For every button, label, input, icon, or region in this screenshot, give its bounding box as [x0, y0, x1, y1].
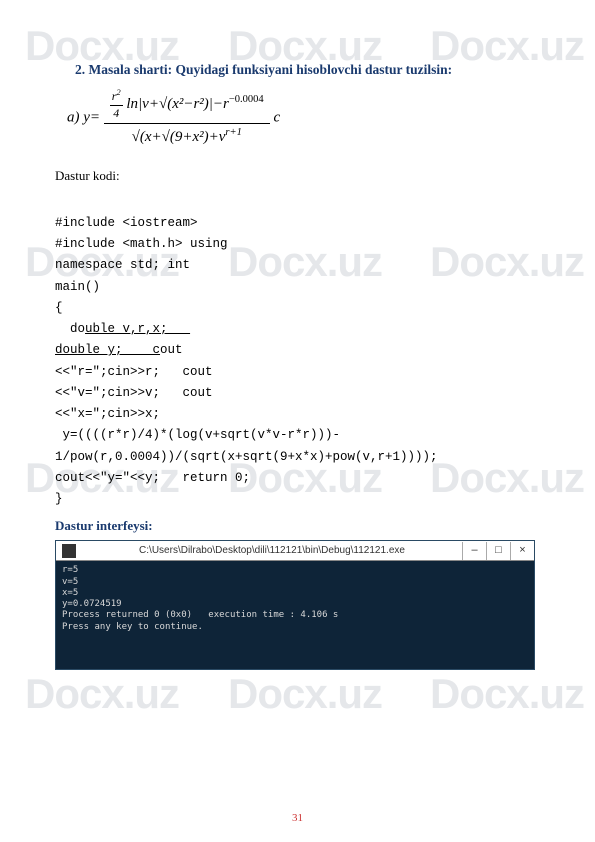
watermark: Docx.uz — [25, 670, 179, 718]
page-number: 31 — [0, 812, 595, 824]
minimize-button[interactable]: – — [462, 542, 486, 560]
formula-trail: c — [273, 109, 280, 125]
maximize-button[interactable]: □ — [486, 542, 510, 560]
watermark: Docx.uz — [430, 670, 584, 718]
close-button[interactable]: × — [510, 542, 534, 560]
formula-label: a) y= — [67, 109, 100, 125]
problem-title: 2. Masala sharti: Quyidagi funksiyani hi… — [75, 62, 540, 78]
code-heading: Dastur kodi: — [55, 168, 540, 184]
console-titlebar: C:\Users\Dilrabo\Desktop\dili\112121\bin… — [56, 541, 534, 561]
console-icon — [62, 544, 76, 558]
interface-title: Dastur interfeysi: — [55, 518, 540, 534]
watermark: Docx.uz — [228, 670, 382, 718]
console-title: C:\Users\Dilrabo\Desktop\dili\112121\bin… — [82, 545, 462, 556]
console-output: r=5 v=5 x=5 y=0.0724519 Process returned… — [56, 561, 534, 669]
code-block: #include <iostream> #include <math.h> us… — [55, 192, 540, 511]
formula: a) y= r24 ln|v+√(x²−r²)|−r−0.0004 √(x+√(… — [67, 86, 540, 150]
console-window: C:\Users\Dilrabo\Desktop\dili\112121\bin… — [55, 540, 535, 670]
